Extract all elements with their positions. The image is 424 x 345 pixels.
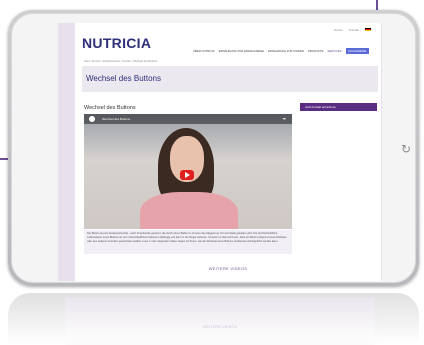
language-flag-icon[interactable] xyxy=(365,28,371,31)
contact-button[interactable]: Jetzt Kontakt aufnehmen xyxy=(300,103,377,111)
tablet-reflection: WEITERE VIDEOS xyxy=(8,293,419,345)
channel-avatar-icon xyxy=(89,116,95,122)
nav-item-about[interactable]: ÜBER NUTRICIA xyxy=(193,49,215,53)
nav-item-children[interactable]: ERNÄHRUNG FÜR KINDER xyxy=(268,49,304,53)
main-nav: ÜBER NUTRICIA ERNÄHRUNG FÜR ERWACHSENE E… xyxy=(193,48,370,54)
share-icon[interactable]: ➦ xyxy=(283,116,286,121)
video-player[interactable]: Wechsel des Buttons ➦ xyxy=(84,114,292,229)
more-videos-link[interactable]: WEITERE VIDEOS xyxy=(75,266,381,271)
nav-item-services[interactable]: SERVICES xyxy=(327,49,341,53)
contact-link[interactable]: Kontakt xyxy=(349,28,359,32)
title-banner: Wechsel des Buttons xyxy=(82,66,378,92)
video-thumbnail-shirt xyxy=(140,192,238,229)
nutricia-logo[interactable]: NUTRICIA xyxy=(82,35,151,51)
home-button-icon[interactable]: ↻ xyxy=(399,142,413,156)
tablet-frame: ↻ Suche Kontakt NUTRICIA ÜBER NUTRICIA E… xyxy=(8,10,419,286)
web-page: Suche Kontakt NUTRICIA ÜBER NUTRICIA ERN… xyxy=(75,23,381,281)
video-title-bar: Wechsel des Buttons ➦ xyxy=(84,114,292,124)
page-title: Wechsel des Buttons xyxy=(86,74,162,83)
search-link[interactable]: Suche xyxy=(334,28,343,32)
video-title[interactable]: Wechsel des Buttons xyxy=(102,117,130,121)
reflection-more-videos: WEITERE VIDEOS xyxy=(202,324,238,329)
reflection-screen: WEITERE VIDEOS xyxy=(66,298,374,345)
breadcrumb: Start › Service › Produktservice › Floca… xyxy=(84,60,158,63)
play-button-icon[interactable] xyxy=(180,170,194,180)
video-caption: Der Button ist eine Austauschsonde - auc… xyxy=(84,230,292,254)
nav-item-fachkreise[interactable]: FACHKREISE xyxy=(345,48,370,54)
section-title: Wechsel des Buttons xyxy=(84,105,136,111)
nav-item-products[interactable]: PRODUKTE xyxy=(308,49,324,53)
nav-item-adults[interactable]: ERNÄHRUNG FÜR ERWACHSENE xyxy=(219,49,264,53)
tablet-screen: Suche Kontakt NUTRICIA ÜBER NUTRICIA ERN… xyxy=(58,23,382,281)
utility-bar: Suche Kontakt xyxy=(334,28,371,32)
